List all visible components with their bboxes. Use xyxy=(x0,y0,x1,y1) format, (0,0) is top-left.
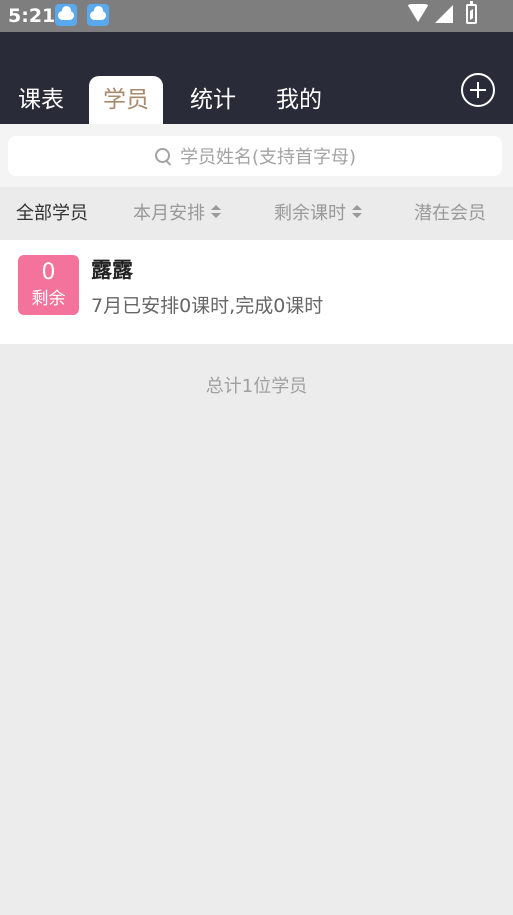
filter-label: 本月安排 xyxy=(133,203,205,224)
tab-mine[interactable]: 我的 xyxy=(272,76,326,124)
student-schedule-detail: 7月已安排0课时,完成0课时 xyxy=(91,295,324,317)
filter-month-scheduled[interactable]: 本月安排 xyxy=(133,187,221,240)
search-placeholder: 学员姓名(支持首字母) xyxy=(179,147,357,168)
search-input[interactable]: 学员姓名(支持首字母) xyxy=(8,136,502,176)
total-count-text: 总计1位学员 xyxy=(205,376,308,397)
filter-bar: 全部学员 本月安排 剩余课时 潜在会员 xyxy=(0,187,513,240)
status-time: 5:21 xyxy=(8,5,56,27)
sort-icon xyxy=(211,203,221,221)
remaining-count: 0 xyxy=(41,260,56,285)
weather-app-icon xyxy=(55,4,77,26)
student-name: 露露 xyxy=(91,258,133,282)
wifi-icon xyxy=(407,4,429,22)
search-icon xyxy=(154,147,172,165)
filter-label: 剩余课时 xyxy=(274,203,346,224)
search-area: 学员姓名(支持首字母) xyxy=(0,124,513,187)
filter-label: 全部学员 xyxy=(16,203,88,224)
filter-potential-members[interactable]: 潜在会员 xyxy=(414,187,486,240)
student-list-item[interactable]: 0 剩余 露露 7月已安排0课时,完成0课时 xyxy=(0,240,513,344)
filter-all-students[interactable]: 全部学员 xyxy=(16,187,88,240)
top-nav: 课表 学员 统计 我的 xyxy=(0,32,513,124)
signal-icon xyxy=(435,5,453,23)
remaining-label: 剩余 xyxy=(31,289,66,309)
battery-charging-icon xyxy=(466,1,477,24)
weather-app-icon xyxy=(87,4,109,26)
tab-students[interactable]: 学员 xyxy=(89,76,163,124)
remaining-badge: 0 剩余 xyxy=(18,255,79,315)
add-icon[interactable] xyxy=(461,73,495,107)
filter-label: 潜在会员 xyxy=(414,203,486,224)
tab-schedule[interactable]: 课表 xyxy=(14,76,68,124)
filter-remaining-hours[interactable]: 剩余课时 xyxy=(274,187,362,240)
tab-statistics[interactable]: 统计 xyxy=(186,76,240,124)
sort-icon xyxy=(352,203,362,221)
status-bar: 5:21 xyxy=(0,0,513,32)
